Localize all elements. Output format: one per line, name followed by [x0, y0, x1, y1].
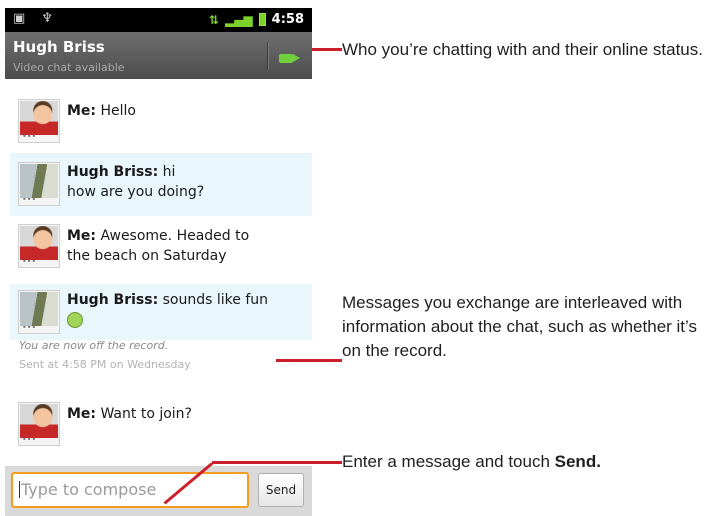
- leader-line-header: [312, 48, 342, 51]
- avatar-photo: [20, 101, 58, 135]
- compose-input[interactable]: Type to compose: [11, 472, 249, 508]
- message-row[interactable]: ••• Me: Want to join?: [10, 396, 312, 460]
- message-row[interactable]: ••• Hugh Briss: hi how are you doing?: [10, 153, 312, 216]
- avatar[interactable]: •••: [18, 402, 60, 446]
- battery-icon: [258, 13, 266, 26]
- message-row[interactable]: ••• Me: Awesome. Headed to the beach on S…: [10, 218, 312, 282]
- presence-dots: •••: [22, 257, 37, 266]
- message-body-line2: the beach on Saturday: [67, 248, 227, 264]
- chat-header: Hugh Briss Video chat available: [5, 32, 312, 79]
- avatar-photo: [20, 404, 58, 438]
- avatar[interactable]: •••: [18, 224, 60, 268]
- wifi-signal-icon: ⇅: [208, 12, 219, 27]
- phone-screen: ▣ ♆ ⇅ ▂▄▆ 4:58 Hugh Briss Video chat ava…: [5, 8, 312, 516]
- message-text: Hugh Briss: sounds like fun: [67, 290, 307, 330]
- off-record-notice: You are now off the record.: [19, 339, 169, 352]
- message-row[interactable]: ••• Hugh Briss: sounds like fun: [10, 284, 312, 340]
- avatar-photo: [20, 164, 58, 198]
- smiley-emoticon-icon: [67, 312, 83, 328]
- callout-chat-partner: Who you’re chatting with and their onlin…: [342, 40, 703, 59]
- message-sender: Me:: [67, 406, 97, 422]
- send-button[interactable]: Send: [258, 473, 304, 507]
- message-body: Hello: [100, 103, 136, 119]
- message-sender: Me:: [67, 103, 97, 119]
- message-sender: Me:: [67, 228, 97, 244]
- callout-messages: Messages you exchange are interleaved wi…: [342, 293, 697, 360]
- text-caret: [19, 481, 20, 498]
- compose-placeholder: Type to compose: [21, 480, 157, 499]
- avatar-photo: [20, 292, 58, 326]
- callout-compose-text: Enter a message and touch: [342, 452, 555, 471]
- message-body-line2: how are you doing?: [67, 184, 205, 200]
- message-body: sounds like fun: [162, 292, 269, 308]
- callout-compose-send: Send.: [554, 452, 601, 471]
- contact-status: Video chat available: [13, 61, 125, 74]
- message-sender: Hugh Briss:: [67, 292, 159, 308]
- leader-line-messages: [276, 359, 342, 362]
- message-row[interactable]: ••• Me: Hello: [10, 91, 312, 151]
- avatar-photo: [20, 226, 58, 260]
- notification-icons: ▣ ♆: [13, 11, 60, 26]
- presence-dots: •••: [22, 323, 37, 332]
- sent-timestamp: Sent at 4:58 PM on Wednesday: [19, 358, 191, 371]
- compose-bar: Type to compose Send: [5, 466, 312, 516]
- avatar[interactable]: •••: [18, 99, 60, 143]
- message-text: Me: Awesome. Headed to the beach on Satur…: [67, 226, 307, 266]
- message-text: Hugh Briss: hi how are you doing?: [67, 162, 307, 202]
- message-body: Awesome. Headed to: [100, 228, 250, 244]
- cell-signal-icon: ▂▄▆: [224, 12, 253, 27]
- status-time: 4:58: [271, 12, 304, 27]
- status-icons: ⇅ ▂▄▆ 4:58: [209, 12, 304, 27]
- message-body: Want to join?: [100, 406, 192, 422]
- message-sender: Hugh Briss:: [67, 164, 159, 180]
- presence-dots: •••: [22, 435, 37, 444]
- status-bar: ▣ ♆ ⇅ ▂▄▆ 4:58: [5, 8, 312, 32]
- contact-name: Hugh Briss: [13, 38, 105, 56]
- presence-dots: •••: [22, 195, 37, 204]
- message-text: Me: Hello: [67, 101, 307, 121]
- header-divider: [267, 42, 269, 70]
- video-camera-icon[interactable]: [279, 54, 300, 63]
- callout-compose: Enter a message and touch Send.: [342, 450, 720, 474]
- avatar[interactable]: •••: [18, 162, 60, 206]
- leader-line-compose-horizontal: [212, 461, 342, 464]
- message-body: hi: [162, 164, 176, 180]
- message-text: Me: Want to join?: [67, 404, 307, 424]
- presence-dots: •••: [22, 132, 37, 141]
- avatar[interactable]: •••: [18, 290, 60, 334]
